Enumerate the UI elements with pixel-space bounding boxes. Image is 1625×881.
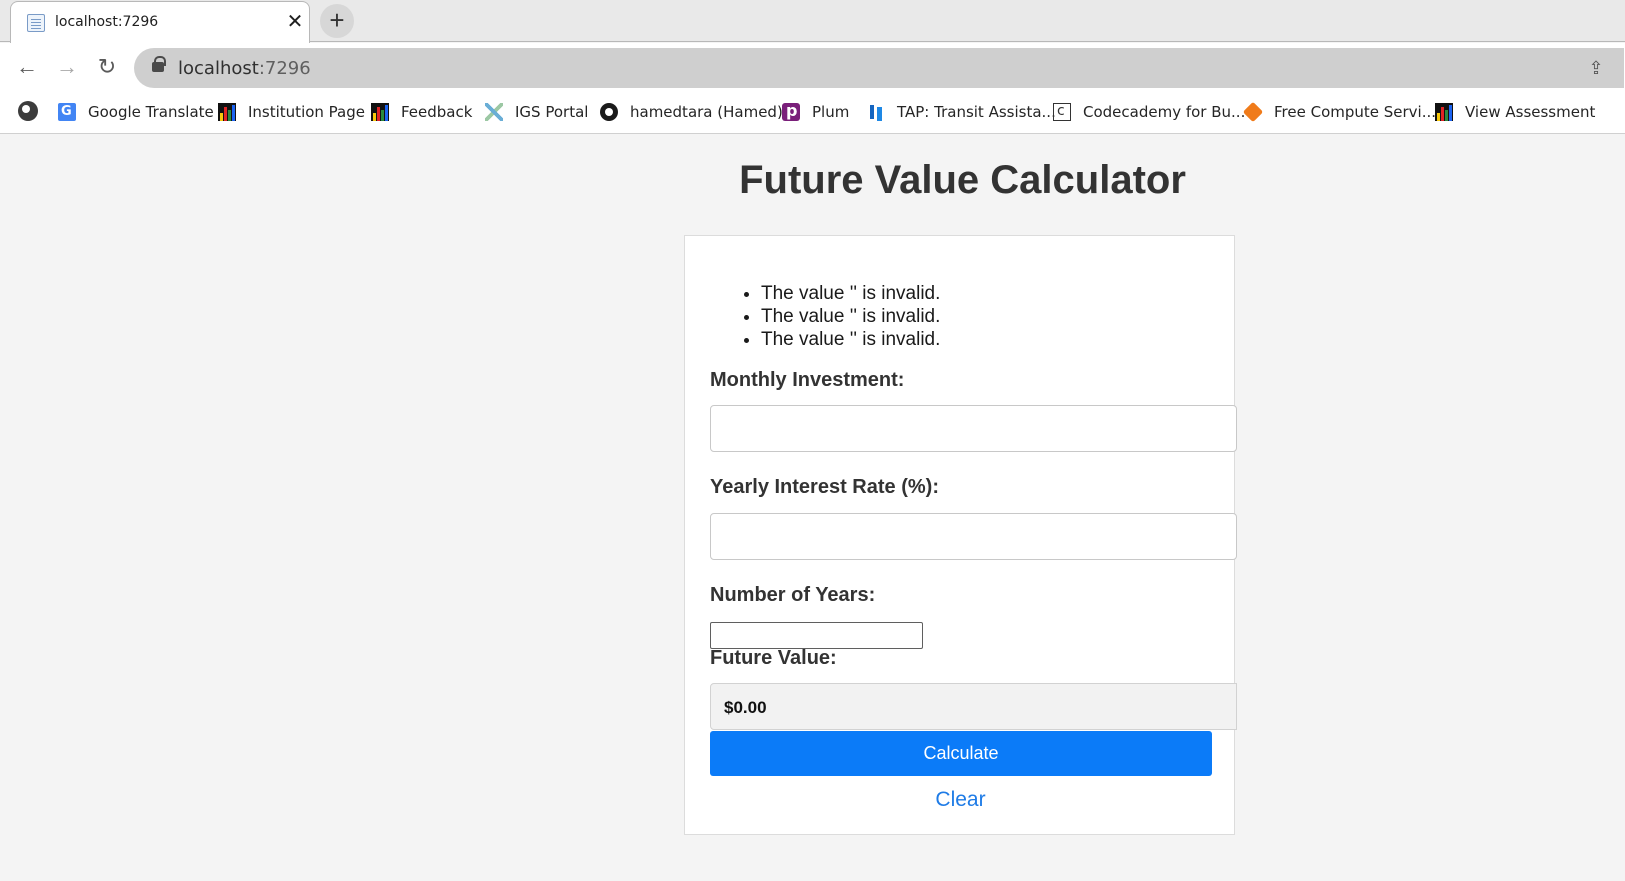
yearly-interest-input[interactable] — [710, 513, 1237, 560]
bookmark-label: Plum — [812, 103, 850, 121]
page-favicon-icon — [27, 14, 45, 32]
browser-toolbar: ← → ↻ localhost:7296 ⇪ — [0, 43, 1625, 91]
address-bar[interactable]: localhost:7296 ⇪ — [134, 48, 1624, 88]
bookmark-label: Google Translate — [88, 103, 214, 121]
future-value-label: Future Value: — [710, 647, 837, 669]
number-of-years-input[interactable] — [710, 622, 923, 649]
plum-icon — [782, 98, 800, 124]
calculate-button[interactable]: Calculate — [710, 731, 1212, 776]
validation-error: The value '' is invalid. — [761, 305, 940, 328]
bookmark-label: Feedback — [401, 103, 473, 121]
forward-arrow-icon[interactable]: → — [52, 52, 82, 82]
github-icon — [600, 103, 618, 121]
url-port: :7296 — [258, 58, 311, 79]
validation-error: The value '' is invalid. — [761, 282, 940, 305]
bookmark-label: View Assessment — [1465, 103, 1596, 121]
igs-icon — [485, 103, 503, 121]
future-value-output: $0.00 — [710, 683, 1237, 730]
url-host: localhost — [178, 58, 259, 79]
lock-icon[interactable] — [152, 56, 166, 72]
url-text[interactable]: localhost:7296 — [178, 58, 311, 79]
reload-icon[interactable]: ↻ — [92, 52, 122, 82]
tap-icon — [867, 103, 885, 121]
google-translate-icon — [58, 99, 76, 125]
close-tab-icon[interactable]: ✕ — [283, 10, 307, 34]
number-of-years-label: Number of Years: — [710, 584, 876, 606]
cube-icon — [1242, 101, 1264, 123]
browser-tab[interactable]: localhost:7296 ✕ — [10, 1, 310, 43]
page-title: Future Value Calculator — [739, 158, 1186, 202]
back-arrow-icon[interactable]: ← — [12, 52, 42, 82]
codecademy-icon — [1053, 98, 1071, 124]
bookmark-label: hamedtara (Hamed) — [630, 103, 783, 121]
monthly-investment-label: Monthly Investment: — [710, 369, 905, 391]
tab-title: localhost:7296 — [55, 14, 159, 30]
new-tab-button[interactable]: + — [320, 4, 354, 38]
bar-chart-icon — [371, 103, 389, 121]
calculator-form: The value '' is invalid. The value '' is… — [684, 235, 1237, 835]
bookmark-label: Codecademy for Bu... — [1083, 103, 1246, 121]
validation-error: The value '' is invalid. — [761, 328, 940, 351]
globe-icon[interactable] — [18, 101, 38, 121]
monthly-investment-input[interactable] — [710, 405, 1237, 452]
tab-strip: localhost:7296 ✕ + — [0, 0, 1625, 43]
yearly-interest-label: Yearly Interest Rate (%): — [710, 476, 939, 498]
bookmarks-bar: Google Translate Institution Page Feedba… — [0, 91, 1625, 134]
bookmark-label: Institution Page — [248, 103, 365, 121]
bookmark-label: TAP: Transit Assista... — [897, 103, 1056, 121]
bar-chart-icon — [1435, 103, 1453, 121]
validation-summary: The value '' is invalid. The value '' is… — [685, 282, 940, 351]
share-icon[interactable]: ⇪ — [1584, 56, 1608, 80]
clear-link[interactable]: Clear — [685, 788, 1236, 812]
bar-chart-icon — [218, 103, 236, 121]
bookmark-label: Free Compute Servi... — [1274, 103, 1437, 121]
bookmark-label: IGS Portal — [515, 103, 589, 121]
